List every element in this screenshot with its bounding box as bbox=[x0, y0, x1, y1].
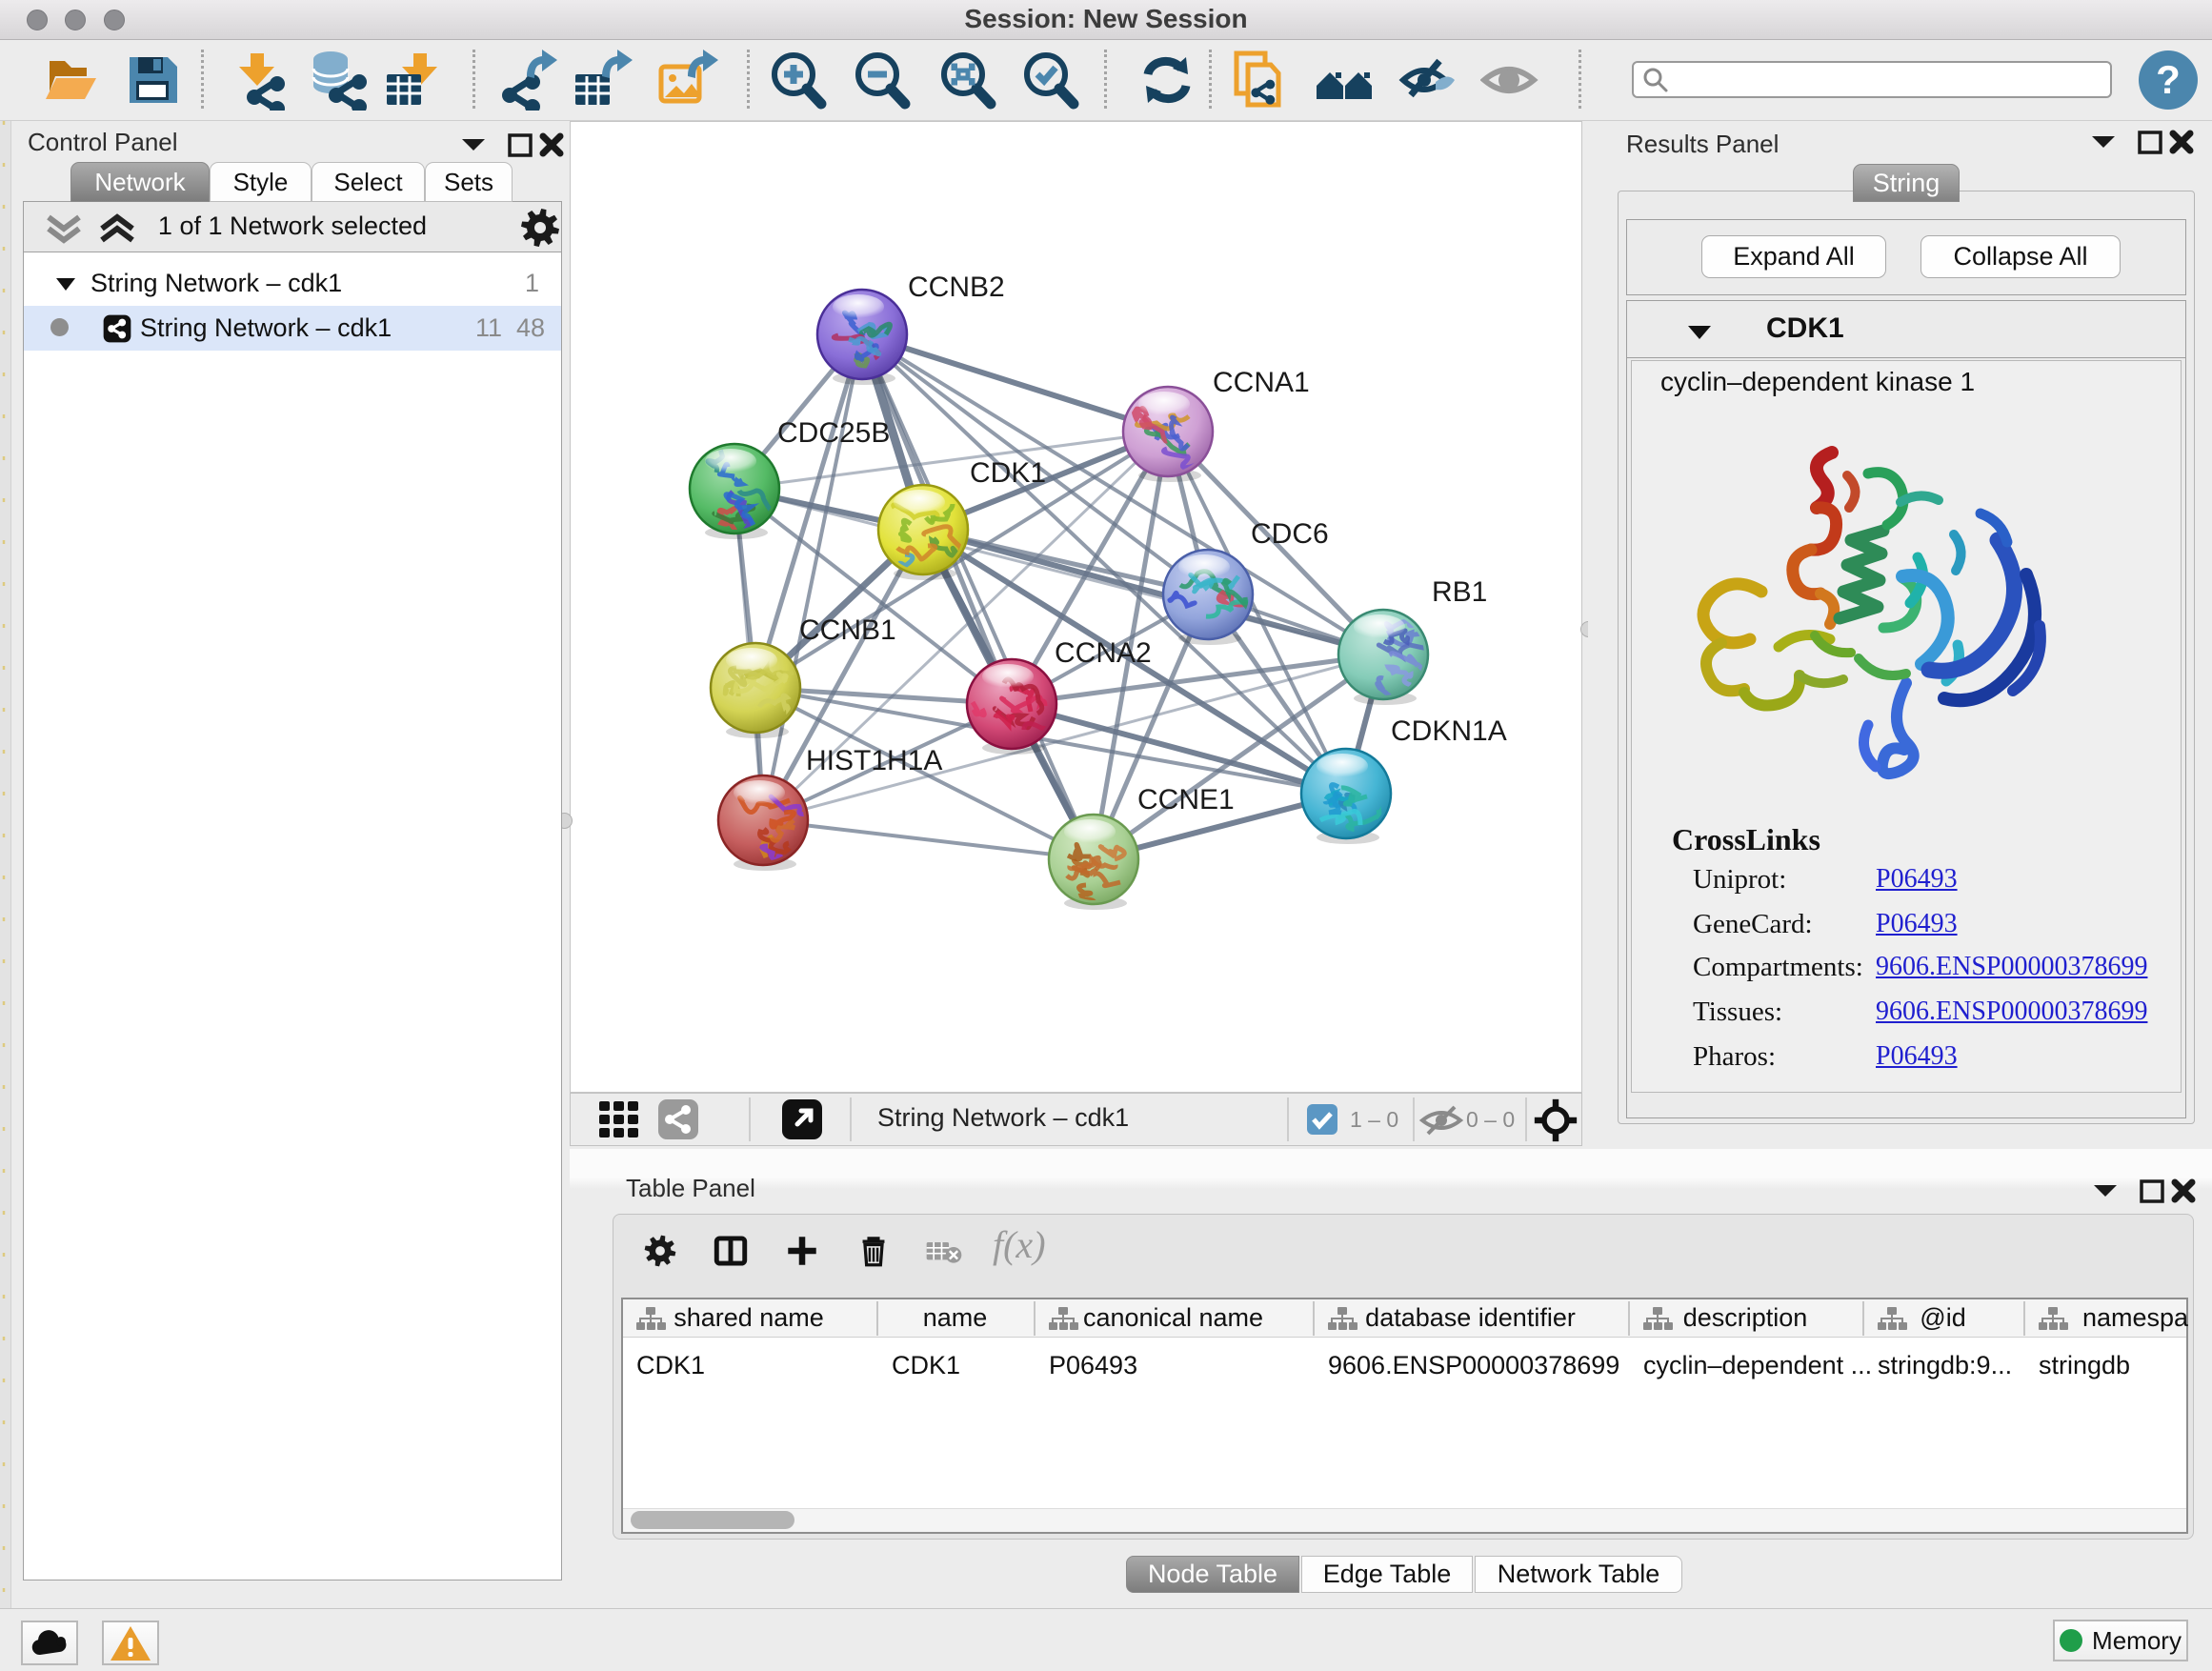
svg-text:CCNA1: CCNA1 bbox=[1213, 367, 1310, 398]
svg-text:HIST1H1A: HIST1H1A bbox=[806, 745, 942, 776]
svg-text:CCNB2: CCNB2 bbox=[908, 272, 1005, 303]
svg-text:CCNE1: CCNE1 bbox=[1137, 784, 1235, 815]
svg-text:CDC6: CDC6 bbox=[1251, 518, 1329, 550]
svg-text:CCNB1: CCNB1 bbox=[799, 614, 896, 646]
svg-text:CDK1: CDK1 bbox=[970, 457, 1046, 489]
svg-text:CDKN1A: CDKN1A bbox=[1391, 715, 1507, 747]
svg-text:CCNA2: CCNA2 bbox=[1055, 637, 1152, 669]
svg-text:RB1: RB1 bbox=[1432, 576, 1487, 608]
svg-text:?: ? bbox=[2156, 57, 2181, 102]
svg-text:CDC25B: CDC25B bbox=[777, 417, 890, 449]
